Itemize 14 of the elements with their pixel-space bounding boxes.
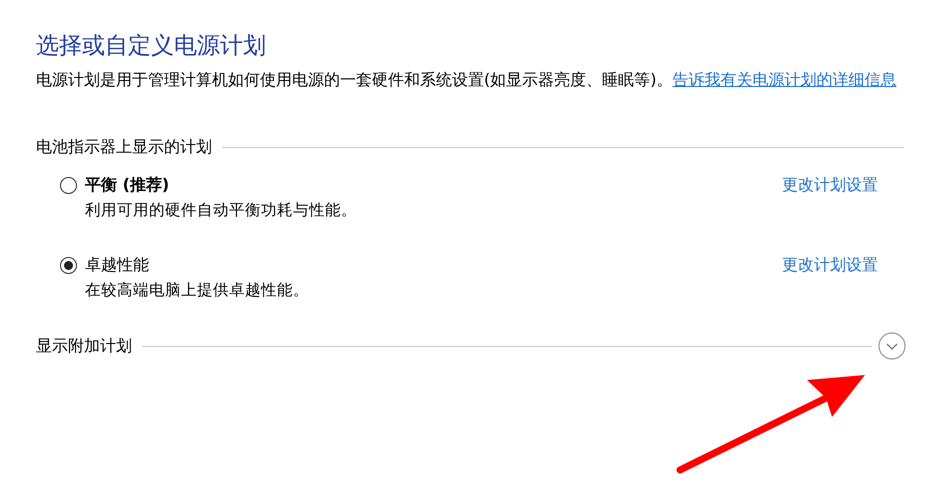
radio-button[interactable] [60, 256, 77, 274]
expand-button[interactable] [878, 332, 906, 360]
plan-description: 在较高端电脑上提供卓越性能。 [85, 280, 310, 301]
plan-name: 平衡 (推荐) [85, 174, 170, 196]
section-title: 电池指示器上显示的计划 [36, 137, 212, 158]
change-settings-link[interactable]: 更改计划设置 [782, 254, 878, 276]
learn-more-link[interactable]: 告诉我有关电源计划的详细信息 [672, 70, 896, 89]
page-title: 选择或自定义电源计划 [36, 32, 267, 61]
radio-button[interactable] [60, 176, 77, 194]
change-settings-link[interactable]: 更改计划设置 [782, 174, 878, 196]
description-text: 电源计划是用于管理计算机如何使用电源的一套硬件和系统设置(如显示器亮度、睡眠等)。告诉我有关电源计划的详细信息 [36, 69, 898, 91]
plan-name: 卓越性能 [85, 254, 149, 276]
plan-description: 利用可用的硬件自动平衡功耗与性能。 [85, 200, 358, 221]
additional-plans-label: 显示附加计划 [36, 336, 132, 356]
